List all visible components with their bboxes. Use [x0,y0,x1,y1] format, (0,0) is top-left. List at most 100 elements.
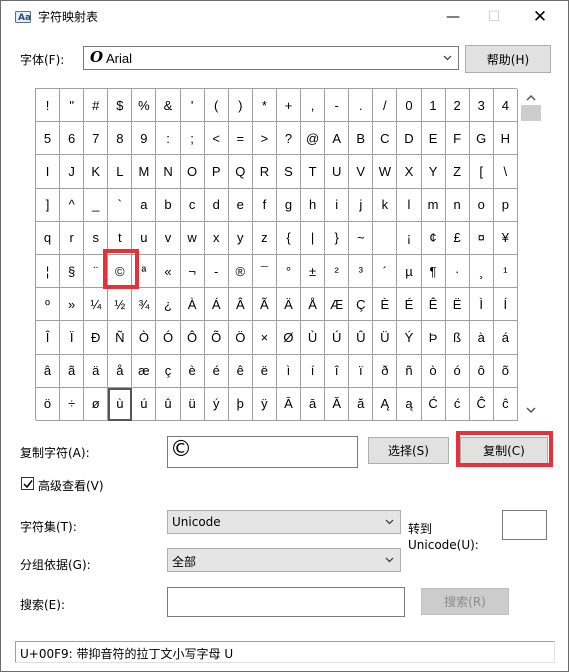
char-cell[interactable]: > [252,122,277,156]
char-cell[interactable]: ; [180,122,205,156]
char-cell[interactable]: £ [445,221,470,255]
group-by-dropdown[interactable]: 全部 [167,548,401,572]
char-cell[interactable]: Á [204,288,229,322]
char-cell[interactable]: ½ [108,288,133,322]
char-cell[interactable]: / [373,89,398,123]
char-cell[interactable]: ¤ [469,221,494,255]
char-cell[interactable]: ê [228,354,253,388]
char-cell[interactable]: ¾ [132,288,157,322]
char-cell[interactable]: " [60,89,85,123]
char-cell[interactable]: Ø [276,321,302,355]
charset-dropdown[interactable]: Unicode [167,510,401,534]
char-cell[interactable]: ü [180,387,205,421]
char-cell[interactable]: C [373,122,398,156]
char-cell[interactable]: Ĉ [469,387,494,421]
advanced-view-checkbox[interactable] [21,477,34,490]
char-cell[interactable]: ) [228,89,253,123]
char-cell[interactable]: I [36,155,61,189]
char-cell[interactable]: ¢ [421,221,446,255]
scroll-thumb[interactable] [521,105,541,121]
char-cell[interactable]: ć [445,387,470,421]
char-cell[interactable]: ÿ [252,387,277,421]
char-cell[interactable]: Æ [325,288,350,322]
char-cell[interactable]: ñ [397,354,422,388]
char-cell[interactable]: Ù [301,321,326,355]
char-cell[interactable]: i [325,188,350,222]
char-cell[interactable]: G [469,122,494,156]
char-cell[interactable]: + [276,89,302,123]
char-cell[interactable]: ² [325,254,350,289]
char-cell[interactable]: ° [276,254,302,289]
char-cell[interactable]: Ú [325,321,350,355]
char-cell[interactable]: { [276,221,302,255]
char-cell[interactable]: o [469,188,494,222]
char-cell[interactable]: | [301,221,326,255]
char-cell[interactable]: à [469,321,494,355]
char-cell[interactable]: ± [301,254,326,289]
char-cell[interactable]: Ą [373,387,398,421]
char-cell[interactable]: a [132,188,157,222]
char-cell[interactable]: × [252,321,277,355]
select-button[interactable]: 选择(S) [368,437,449,464]
char-cell[interactable]: P [204,155,229,189]
char-cell[interactable]: ¬ [180,254,205,289]
char-cell[interactable]: e [228,188,253,222]
char-cell[interactable]: ā [301,387,326,421]
char-cell[interactable]: \ [493,155,518,189]
char-cell[interactable]: V [349,155,374,189]
char-cell[interactable]: ¼ [84,288,109,322]
char-cell[interactable]: l [397,188,422,222]
char-cell[interactable]: @ [301,122,326,156]
char-cell[interactable]: ç [156,354,181,388]
char-cell[interactable]: % [132,89,157,123]
char-cell[interactable]: p [493,188,518,222]
char-cell[interactable]: M [132,155,157,189]
search-input[interactable] [167,587,405,617]
char-cell[interactable]: : [156,122,181,156]
char-cell[interactable]: y [228,221,253,255]
close-button[interactable]: ✕ [517,1,563,32]
char-cell[interactable]: U [325,155,350,189]
char-cell[interactable]: ¿ [156,288,181,322]
char-cell[interactable]: ´ [373,254,398,289]
char-cell[interactable]: ą [397,387,422,421]
char-cell[interactable]: ä [84,354,109,388]
char-cell[interactable]: S [276,155,302,189]
char-cell[interactable]: x [204,221,229,255]
char-cell[interactable]: K [84,155,109,189]
char-cell[interactable]: ! [36,89,61,123]
char-cell[interactable]: î [325,354,350,388]
char-cell[interactable]: 2 [445,89,470,123]
char-cell[interactable]: º [36,288,61,322]
char-cell[interactable]: ô [469,354,494,388]
char-cell[interactable]: Ă [325,387,350,421]
char-cell[interactable]: ³ [349,254,374,289]
char-cell[interactable]: ¡ [397,221,422,255]
char-cell[interactable]: z [252,221,277,255]
char-cell[interactable]: - [204,254,229,289]
char-cell[interactable]: [ [469,155,494,189]
chevron-up-icon[interactable] [524,92,538,104]
char-cell[interactable]: j [349,188,374,222]
char-cell[interactable]: _ [84,188,109,222]
char-cell[interactable]: È [373,288,398,322]
copy-chars-input[interactable]: © [167,436,358,468]
char-cell[interactable]: Ì [469,288,494,322]
char-cell[interactable]: ú [132,387,157,421]
char-cell[interactable]: f [252,188,277,222]
char-cell[interactable]: . [349,89,374,123]
char-cell[interactable]: Ó [156,321,181,355]
chevron-down-icon[interactable] [524,404,538,416]
char-cell[interactable]: « [156,254,181,289]
search-button[interactable]: 搜索(R) [421,588,509,615]
char-cell[interactable]: R [252,155,277,189]
char-cell[interactable]: ¥ [493,221,518,255]
char-cell[interactable]: ý [204,387,229,421]
title-bar[interactable]: Aa 字符映射表 — ☐ ✕ [1,1,568,32]
char-cell[interactable]: v [156,221,181,255]
char-cell[interactable]: Õ [204,321,229,355]
char-cell[interactable]: T [301,155,326,189]
char-cell[interactable]: Y [421,155,446,189]
char-cell[interactable]: É [397,288,422,322]
char-cell[interactable]: Ä [276,288,302,322]
